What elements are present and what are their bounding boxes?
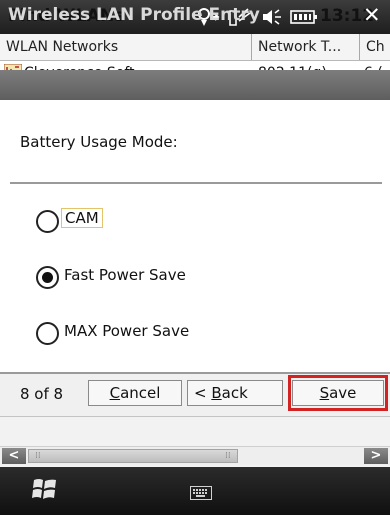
volume-icon[interactable]	[260, 7, 286, 32]
back-prefix: <	[194, 384, 212, 402]
cancel-mnemonic: C	[109, 384, 121, 402]
column-header-channel[interactable]: Ch	[360, 34, 390, 60]
cancel-label-rest: ancel	[120, 384, 161, 402]
radio-button-max-power-save[interactable]	[36, 322, 59, 345]
windows-start-icon[interactable]	[30, 476, 60, 504]
dialog-title-bar	[0, 70, 390, 100]
grip-right-icon: ⁞⁞	[225, 451, 231, 461]
page-counter: 8 of 8	[20, 385, 64, 403]
battery-icon[interactable]	[290, 7, 318, 32]
radio-label-cam: CAM	[61, 208, 103, 228]
column-header-wlan-networks[interactable]: WLAN Networks	[0, 34, 252, 60]
close-icon[interactable]: ✕	[363, 3, 381, 27]
radio-button-cam[interactable]	[36, 210, 59, 233]
back-label-rest: ack	[221, 384, 248, 402]
section-divider	[10, 182, 382, 184]
scroll-left-icon[interactable]: <	[2, 448, 26, 464]
section-label: Battery Usage Mode:	[20, 133, 178, 151]
scroll-right-icon[interactable]: >	[364, 448, 388, 464]
back-mnemonic: B	[211, 384, 222, 402]
radio-label-max-power-save: MAX Power Save	[64, 322, 190, 340]
radio-label-fast-power-save: Fast Power Save	[64, 266, 186, 284]
back-button[interactable]: < Back	[187, 380, 283, 406]
horizontal-scrollbar[interactable]: < ⁞⁞ ⁞⁞ >	[0, 446, 390, 465]
save-highlight-box	[288, 375, 388, 411]
cancel-button[interactable]: Cancel	[88, 380, 182, 406]
radio-dot	[42, 272, 53, 283]
radio-button-fast-power-save[interactable]	[36, 266, 59, 289]
column-header-network-type[interactable]: Network T...	[252, 34, 360, 60]
list-header: WLAN Networks Network T... Ch	[0, 34, 390, 61]
dialog-title: Wireless LAN Profile Entry	[8, 5, 260, 25]
grip-left-icon: ⁞⁞	[35, 451, 41, 461]
scroll-thumb[interactable]: ⁞⁞ ⁞⁞	[28, 449, 238, 463]
keyboard-icon[interactable]	[190, 486, 212, 500]
